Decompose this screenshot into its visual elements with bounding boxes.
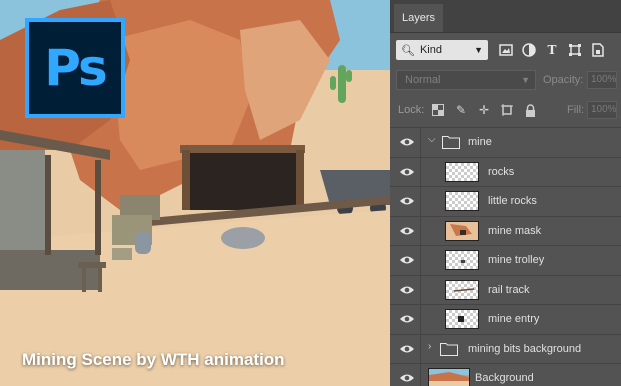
layer-name: mine entry: [488, 313, 540, 325]
panel-tab-bar: Layers: [390, 0, 621, 33]
filter-kind-select[interactable]: 🔍︎ Kind ▼: [396, 40, 488, 60]
layers-panel: Layers 🔍︎ Kind ▼ T Normal ▼ Opacity: 100…: [390, 0, 621, 386]
chevron-down-icon[interactable]: ⌵: [428, 134, 436, 145]
layer-row-rail-track[interactable]: rail track: [390, 274, 621, 304]
visibility-divider: [420, 187, 421, 216]
layer-row-mining-bits-background[interactable]: › mining bits background: [390, 333, 621, 363]
eye-icon[interactable]: [399, 313, 415, 325]
eye-icon[interactable]: [399, 284, 415, 296]
eye-icon[interactable]: [399, 136, 415, 148]
chevron-down-icon: ▼: [474, 45, 483, 55]
search-icon: 🔍︎: [401, 44, 415, 57]
visibility-divider: [420, 364, 421, 386]
layer-name: mine trolley: [488, 254, 545, 266]
layer-row-background[interactable]: Background: [390, 363, 621, 386]
blend-row: Normal ▼ Opacity: 100%: [390, 68, 621, 92]
layer-thumbnail: [445, 191, 479, 211]
layer-row-little-rocks[interactable]: little rocks: [390, 186, 621, 216]
fill-field[interactable]: 100%: [587, 101, 617, 119]
blend-mode-select[interactable]: Normal ▼: [396, 70, 536, 90]
layer-row-mine-mask[interactable]: mine mask: [390, 215, 621, 245]
layer-thumbnail: [445, 279, 479, 300]
chevron-down-icon: ▼: [521, 75, 530, 85]
eye-icon[interactable]: [399, 195, 415, 207]
layer-name: mine: [468, 136, 492, 148]
lock-all-icon[interactable]: [522, 102, 538, 118]
scene-caption: Mining Scene by WTH animation: [22, 350, 285, 369]
opacity-field[interactable]: 100%: [587, 71, 617, 89]
layer-name: Background: [475, 372, 534, 384]
eye-icon[interactable]: [399, 166, 415, 178]
visibility-divider: [420, 128, 421, 157]
layer-thumbnail: [445, 161, 479, 182]
opacity-label: Opacity:: [543, 74, 584, 86]
filter-kind-label: Kind: [419, 44, 442, 56]
lock-row: Lock: ✎ ✛ Fill: 100%: [390, 98, 621, 122]
smart-object-filter-icon[interactable]: [590, 42, 606, 58]
layer-name: rail track: [488, 283, 530, 296]
layer-name: mine mask: [488, 224, 542, 237]
eye-icon[interactable]: [399, 343, 415, 355]
adjustment-filter-icon[interactable]: [521, 42, 537, 58]
fill-label: Fill:: [567, 104, 585, 116]
layers-list: ⌵ mine rocks little rocks mine mask mine…: [390, 127, 621, 386]
visibility-divider: [420, 334, 421, 363]
lock-position-icon[interactable]: ✛: [476, 102, 492, 118]
layer-thumbnail: [428, 368, 470, 386]
folder-icon: [440, 342, 458, 356]
eye-icon[interactable]: [399, 225, 415, 237]
layer-row-mine-trolley[interactable]: mine trolley: [390, 245, 621, 275]
image-filter-icon[interactable]: [498, 42, 514, 58]
photoshop-logo: Ps: [25, 18, 125, 118]
layer-row-mine-entry[interactable]: mine entry: [390, 304, 621, 334]
layer-name: mining bits background: [468, 342, 582, 355]
tab-layers[interactable]: Layers: [394, 4, 444, 32]
lock-image-pixels-icon[interactable]: ✎: [453, 102, 469, 118]
visibility-divider: [420, 305, 421, 334]
visibility-divider: [420, 275, 421, 304]
lock-artboard-icon[interactable]: [499, 102, 515, 118]
layer-thumbnail: [445, 250, 479, 270]
photoshop-logo-text: Ps: [44, 39, 108, 97]
layer-thumbnail: [445, 220, 479, 241]
eye-icon[interactable]: [399, 372, 415, 384]
folder-icon: [442, 136, 460, 149]
type-filter-icon[interactable]: T: [544, 42, 560, 58]
blend-mode-value: Normal: [405, 74, 441, 86]
visibility-divider: [420, 246, 421, 275]
eye-icon[interactable]: [399, 254, 415, 266]
layer-name: little rocks: [488, 195, 537, 207]
lock-transparent-pixels-icon[interactable]: [430, 102, 446, 118]
layer-filter-row: 🔍︎ Kind ▼ T: [390, 38, 621, 62]
layer-row-mine[interactable]: ⌵ mine: [390, 127, 621, 157]
chevron-right-icon[interactable]: ›: [428, 341, 431, 352]
artwork-canvas: Ps Mining Scene by WTH animation: [0, 0, 390, 386]
layer-row-rocks[interactable]: rocks: [390, 156, 621, 186]
visibility-divider: [420, 157, 421, 186]
visibility-divider: [420, 216, 421, 245]
lock-label: Lock:: [398, 104, 425, 116]
shape-filter-icon[interactable]: [567, 42, 583, 58]
layer-thumbnail: [445, 309, 479, 329]
layer-name: rocks: [488, 165, 515, 178]
